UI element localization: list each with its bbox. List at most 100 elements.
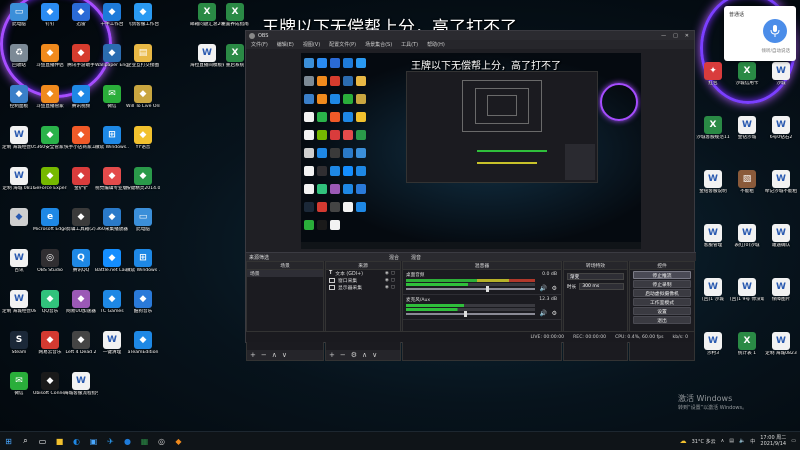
menu-file[interactable]: 文件(F) [251, 41, 268, 48]
desktop-icon[interactable]: W 保障图片 [764, 278, 798, 312]
douyu-icon[interactable]: ◆ [172, 435, 185, 448]
speaker-icon[interactable]: 🔊 [540, 285, 547, 292]
obs-window[interactable]: OBS — □ ✕ 文件(F) 编辑(E) 视图(V) 配置文件(P) 场景集合… [245, 30, 696, 361]
desktop-icon[interactable]: ♻ 回收站 [2, 44, 36, 78]
gear-icon[interactable]: ⚙ [552, 285, 557, 292]
desktop-icon[interactable]: ◆Will To Live Online [126, 85, 160, 119]
ime-indicator[interactable]: 中 [750, 438, 755, 445]
desktop-icon[interactable]: W 表红(0)沙城 [730, 224, 764, 258]
desktop-icon[interactable]: ◆ TC Games [95, 290, 129, 324]
desktop-icon[interactable]: ▭ 此电脑 [2, 3, 36, 37]
visibility-lock-icons[interactable]: ◉▢ [385, 271, 400, 276]
menu-edit[interactable]: 编辑(E) [277, 41, 294, 48]
desktop-icon[interactable]: ◆ 飞鸽客服工作台 [126, 3, 160, 37]
desktop-icon[interactable]: ◆Battle.net Launcher [95, 249, 129, 283]
network-icon[interactable]: ▤ [729, 438, 734, 444]
desktop-icon[interactable]: ✉ 微信 [2, 372, 36, 406]
source-item[interactable]: T 文本 (GDI+) ◉▢ [326, 270, 400, 277]
audio-mix-tab[interactable]: 混合 [389, 254, 399, 261]
remove-icon[interactable]: − [261, 351, 267, 359]
desktop-icon[interactable]: W 沙城 [764, 62, 798, 96]
desktop-icon[interactable]: ◆ Left 4 Dead 2 [64, 331, 98, 365]
desktop-icon[interactable]: W 客服管理 [696, 224, 730, 258]
desktop-icon[interactable]: ◎ OBS Studio [33, 249, 67, 283]
desktop-icon[interactable]: ◆Wallpaper Engine:... [95, 44, 129, 78]
desktop-icon[interactable]: S Steam [2, 331, 36, 365]
store-icon[interactable]: ▣ [87, 435, 100, 448]
desktop-icon[interactable]: ◆ 斗鱼直播管家 [33, 85, 67, 119]
desktop-icon[interactable]: ◆ 网易UU加速器 [64, 290, 98, 324]
menu-help[interactable]: 帮助(H) [427, 41, 445, 48]
desktop-icon[interactable]: W 6号0钻石2 [764, 116, 798, 150]
desktop-icon[interactable]: W 金钻沙城 [730, 116, 764, 150]
desktop-icon[interactable]: ⊞ 微软 Windows ... [126, 249, 160, 283]
desktop-icon[interactable]: W 定制 海城 0811 [2, 167, 36, 201]
desktop-icon[interactable]: W 沙村3 [696, 332, 730, 366]
start-virtual-camera-button[interactable]: 启动虚拟摄像机 [633, 289, 691, 297]
desktop-icon[interactable]: ◆GeForce Experience [33, 167, 67, 201]
microphone-button[interactable] [763, 19, 787, 43]
speaker-icon[interactable]: 🔊 [540, 310, 547, 317]
duration-input[interactable]: 300 ms [579, 283, 624, 290]
desktop-icon[interactable]: ◆ QQ音乐 [33, 290, 67, 324]
visibility-lock-icons[interactable]: ◉▢ [385, 278, 400, 283]
notification-icon[interactable]: ▭ [791, 438, 796, 444]
menu-tools[interactable]: 工具(T) [401, 41, 418, 48]
add-icon[interactable]: + [250, 351, 256, 359]
desktop-icon[interactable]: Q 腾讯QQ [64, 249, 98, 283]
feige-icon[interactable]: ✈ [104, 435, 117, 448]
desktop-icon[interactable]: X 沙城信用卡 [730, 62, 764, 96]
settings-button[interactable]: 设置 [633, 307, 691, 315]
task-view-icon[interactable]: ▭ [36, 435, 49, 448]
add-icon[interactable]: + [329, 351, 335, 359]
volume-slider[interactable] [406, 286, 535, 292]
desktop-icon[interactable]: W定制 海城经营0518 [2, 126, 36, 160]
desktop-icon[interactable]: ◆ 腾讯手游助手 [64, 44, 98, 78]
desktop-icon[interactable]: ◆视觉编辑专业版 9.0 [95, 167, 129, 201]
desktop-icon[interactable]: W 一键清理 [95, 331, 129, 365]
desktop-icon[interactable]: W定制 海城经营0820新版 [2, 290, 36, 324]
start-button[interactable]: ⊞ [2, 435, 15, 448]
obs-preview[interactable]: 王牌以下无偿帮上分，高了打不了 [301, 53, 641, 249]
menu-profile[interactable]: 配置文件(P) [329, 41, 356, 48]
qianniu-icon[interactable]: ● [121, 435, 134, 448]
down-icon[interactable]: ∨ [372, 351, 377, 359]
desktop-icon[interactable]: ◆ Ubisoft Connect [33, 372, 67, 406]
clock[interactable]: 17:00 周二 2021/9/14 [760, 435, 786, 447]
gear-icon[interactable]: ⚙ [351, 351, 357, 359]
desktop-icon[interactable]: ▭ 此电脑 [126, 208, 160, 242]
down-icon[interactable]: ∨ [282, 351, 287, 359]
minimize-button[interactable]: — [661, 33, 666, 39]
tray-overflow-icon[interactable]: ∧ [721, 438, 725, 444]
desktop-icon[interactable]: ◆ 腾讯视频 [64, 85, 98, 119]
desktop-icon[interactable]: W 百讯 [2, 249, 36, 283]
desktop-icon[interactable]: ◆ 网易云音乐 [33, 331, 67, 365]
desktop-icon[interactable]: W 定制 海城0823 [764, 332, 798, 366]
desktop-icon[interactable]: W 金钻客服说明 [696, 170, 730, 204]
desktop-icon[interactable]: ◆ 千牛工作台 [95, 3, 129, 37]
desktop-icon[interactable]: W 遭遇确认 [764, 224, 798, 258]
desktop-icon[interactable]: ◆ aTeamEdition [126, 331, 160, 365]
stop-recording-button[interactable]: 停止录制 [633, 280, 691, 288]
desktop-icon[interactable]: ✉ 微信 [95, 85, 129, 119]
volume-slider[interactable] [406, 311, 535, 317]
desktop-icon[interactable]: ◆ [2, 208, 36, 242]
studio-mode-button[interactable]: 工作室模式 [633, 298, 691, 306]
audio-mix2-tab[interactable]: 混音 [411, 254, 421, 261]
source-item[interactable]: 窗口采集 ◉▢ [326, 277, 400, 284]
transition-select[interactable]: 渐变 [567, 273, 624, 280]
desktop-icon[interactable]: ◆ 360采集播放器 [95, 208, 129, 242]
menu-view[interactable]: 视图(V) [303, 41, 320, 48]
desktop-icon[interactable]: ◆ 按键精灵2014.06 [126, 167, 160, 201]
volume-icon[interactable]: 🔈 [739, 438, 745, 444]
desktop-icon[interactable]: W [回]1 沙城 [696, 278, 730, 312]
desktop-icon[interactable]: X 沙城客服规范11 [696, 116, 730, 150]
gear-icon[interactable]: ⚙ [552, 310, 557, 317]
search-icon[interactable]: ⌕ [19, 435, 32, 448]
desktop-icon[interactable]: W[回]1 9号 你没取消吗 [730, 278, 764, 312]
desktop-icon[interactable]: ⊞ 微软 Windows... [95, 126, 129, 160]
desktop-icon[interactable]: W海城客服流程指引20210121 [64, 372, 98, 406]
desktop-icon[interactable]: X 统计表 1 [730, 332, 764, 366]
desktop-icon[interactable]: ◆ 剪辑工具箱(2) [64, 208, 98, 242]
desktop-icon[interactable]: ◆ YY语音 [126, 126, 160, 160]
